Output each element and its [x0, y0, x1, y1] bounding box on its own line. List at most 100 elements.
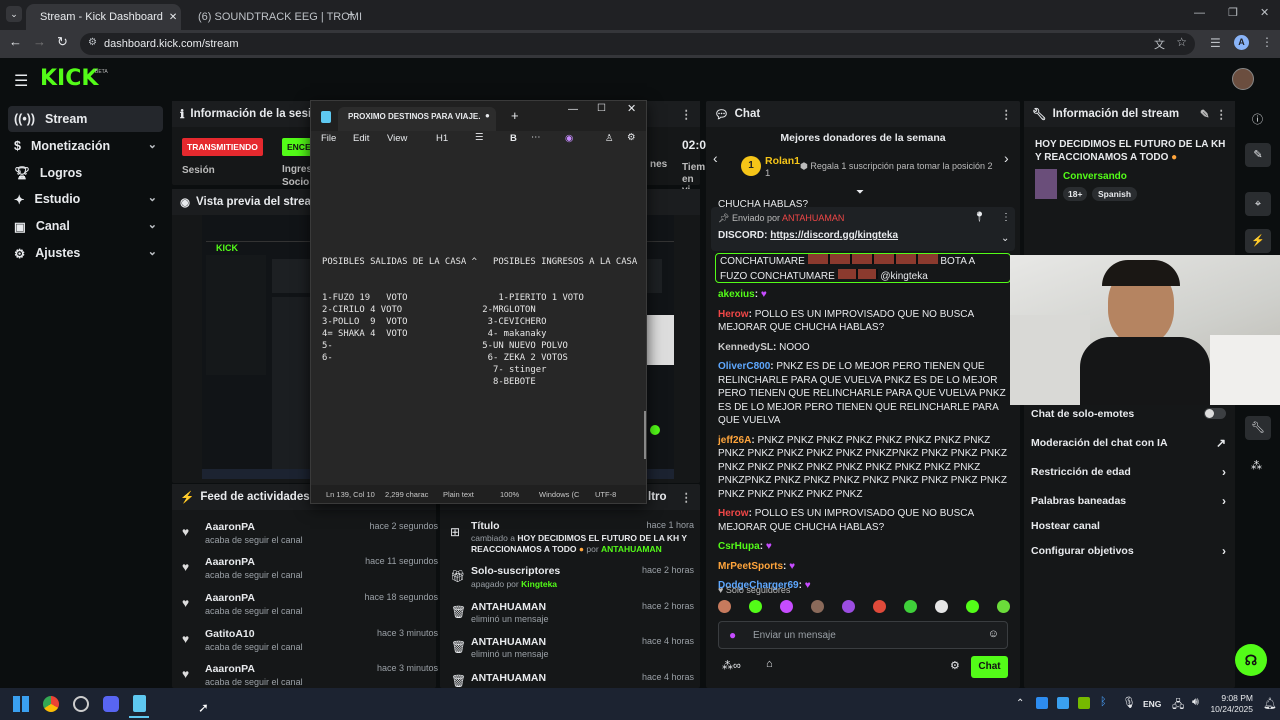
new-tab-button[interactable]: +: [511, 108, 519, 123]
tab-kick-dashboard[interactable]: Stream - Kick Dashboard ✕: [26, 4, 181, 30]
chat-user[interactable]: jeff26A: [718, 435, 751, 446]
hamburger-menu-icon[interactable]: ☰: [14, 71, 28, 91]
user-avatar[interactable]: [1232, 68, 1254, 90]
mod-item-user[interactable]: ANTAHUAMAN: [601, 544, 662, 554]
copilot-icon[interactable]: ◉: [565, 133, 573, 144]
new-tab-button[interactable]: +: [347, 6, 355, 22]
setting-goals[interactable]: Configurar objetivos ›: [1031, 544, 1226, 558]
emote-icon[interactable]: [749, 600, 762, 613]
chat-user[interactable]: OliverC800: [718, 361, 770, 372]
more-options-icon[interactable]: ⋮: [1001, 212, 1011, 223]
setting-emote-only[interactable]: Chat de solo-emotes: [1031, 408, 1226, 420]
forward-icon[interactable]: →: [33, 34, 46, 49]
edit-icon[interactable]: ✎: [1200, 107, 1210, 121]
sidebar-item-ajustes[interactable]: ⚙ Ajustes ⌄: [8, 240, 163, 266]
notepad-taskbar-icon[interactable]: [133, 695, 146, 712]
next-donor-icon[interactable]: ›: [1004, 150, 1009, 166]
browser-menu-icon[interactable]: ⋮: [1261, 35, 1273, 49]
discord-icon[interactable]: [103, 696, 119, 712]
url-field[interactable]: ⚙ dashboard.kick.com/stream 文 ☆: [80, 33, 1195, 55]
chrome-icon[interactable]: [43, 696, 59, 712]
setting-banned-words[interactable]: Palabras baneadas ›: [1031, 494, 1226, 508]
setting-ai-moderation[interactable]: Moderación del chat con IA ↗: [1031, 436, 1226, 450]
sidebar-item-stream[interactable]: ((•)) Stream: [8, 106, 163, 132]
kick-logo[interactable]: KICK: [40, 66, 98, 91]
reading-list-icon[interactable]: ☰: [1210, 36, 1221, 50]
more-options-icon[interactable]: ⋮: [1216, 107, 1228, 121]
nvidia-icon[interactable]: [1078, 697, 1090, 709]
mod-item-name[interactable]: ANTAHUAMAN: [471, 636, 546, 648]
pinned-sender[interactable]: ANTAHUAMAN: [782, 213, 844, 223]
unpin-icon[interactable]: 📍︎: [973, 212, 986, 223]
notepad-content[interactable]: POSIBLES SALIDAS DE LA CASA ^ POSIBLES I…: [322, 256, 637, 388]
close-tab-icon[interactable]: ✕: [169, 12, 177, 23]
windows-start-icon[interactable]: [13, 696, 29, 712]
scrollbar[interactable]: [644, 411, 646, 459]
sidebar-item-logros[interactable]: 🏆︎ Logros: [8, 160, 163, 186]
feed-user[interactable]: AaaronPA: [205, 663, 255, 675]
emote-icon[interactable]: [997, 600, 1010, 613]
volume-icon[interactable]: 🔊︎: [1192, 696, 1199, 709]
profile-avatar[interactable]: A: [1234, 35, 1249, 50]
chat-input[interactable]: ● Enviar un mensaje ☺: [718, 621, 1008, 649]
send-chat-button[interactable]: Chat: [971, 656, 1008, 678]
more-options-icon[interactable]: ⋯: [531, 132, 541, 143]
more-options-icon[interactable]: ⋮: [681, 490, 693, 504]
lightning-icon[interactable]: ⚡: [1245, 229, 1271, 253]
category-thumbnail[interactable]: [1035, 169, 1057, 199]
emote-icon[interactable]: [780, 600, 793, 613]
translate-icon[interactable]: 文: [1154, 36, 1165, 52]
feed-user[interactable]: AaaronPA: [205, 556, 255, 568]
tray-app-icon[interactable]: [1057, 697, 1069, 709]
setting-host-channel[interactable]: Hostear canal: [1031, 520, 1226, 532]
status-zoom[interactable]: 100%: [500, 490, 519, 499]
bluetooth-icon[interactable]: ᛒ: [1100, 696, 1107, 708]
emoji-icon[interactable]: ☺: [988, 628, 999, 640]
emote-icon[interactable]: [873, 600, 886, 613]
chat-tools-icon[interactable]: ⁂∞: [722, 659, 741, 672]
edit-pencil-icon[interactable]: ✎: [1245, 143, 1271, 167]
emote-icon[interactable]: [842, 600, 855, 613]
account-icon[interactable]: ♙: [605, 133, 614, 144]
collapse-icon[interactable]: ⏷: [856, 187, 864, 198]
close-window-button[interactable]: ✕: [1260, 6, 1269, 19]
chat-user[interactable]: KennedySL: [718, 342, 773, 353]
wrench-icon[interactable]: 🔧︎: [1245, 416, 1271, 440]
apps-icon[interactable]: ⁂: [1251, 459, 1262, 472]
bold-button[interactable]: B: [510, 133, 517, 144]
chat-user[interactable]: Herow: [718, 508, 749, 519]
tray-chevron-icon[interactable]: ⌃: [1016, 698, 1024, 709]
feed-user[interactable]: AaaronPA: [205, 521, 255, 533]
maximize-button[interactable]: ❐: [1228, 6, 1238, 19]
obs-icon[interactable]: [73, 696, 89, 712]
emote-icon[interactable]: [904, 600, 917, 613]
donor-name[interactable]: Rolan1: [765, 155, 800, 167]
mod-item-user[interactable]: Kingteka: [521, 579, 557, 589]
emote-picker-icon[interactable]: ●: [729, 628, 736, 642]
emote-only-toggle[interactable]: [1204, 408, 1226, 419]
minimize-button[interactable]: —: [1194, 7, 1205, 19]
reload-icon[interactable]: ↻: [57, 34, 68, 50]
maximize-button[interactable]: ☐: [597, 103, 606, 114]
tray-app-icon[interactable]: [1036, 697, 1048, 709]
microphone-icon[interactable]: 🎙︎: [1122, 696, 1136, 709]
chat-user[interactable]: CsrHupa: [718, 541, 760, 552]
emote-icon[interactable]: [935, 600, 948, 613]
bookmark-star-icon[interactable]: ☆: [1176, 35, 1187, 49]
back-icon[interactable]: ←: [9, 34, 22, 49]
pinned-link[interactable]: https://discord.gg/kingteka: [770, 230, 898, 241]
chat-user[interactable]: MrPeetSports: [718, 561, 783, 572]
sidebar-item-estudio[interactable]: ✦ Estudio ⌄: [8, 186, 163, 212]
tab-soundtrack[interactable]: (6) SOUNDTRACK EEG | TROMI ✕: [184, 4, 362, 30]
language-indicator[interactable]: ENG: [1143, 699, 1161, 709]
minimize-button[interactable]: —: [568, 104, 578, 115]
feed-user[interactable]: AaaronPA: [205, 592, 255, 604]
mod-item-name[interactable]: ANTAHUAMAN: [471, 672, 546, 684]
prev-donor-icon[interactable]: ‹: [713, 150, 718, 166]
support-headset-icon[interactable]: ☊: [1235, 644, 1267, 676]
unsaved-dot-icon[interactable]: ●: [485, 111, 490, 120]
heading-button[interactable]: H1: [436, 133, 448, 144]
mod-item-name[interactable]: ANTAHUAMAN: [471, 601, 546, 613]
chevron-down-icon[interactable]: ⌄: [1001, 233, 1009, 244]
clock[interactable]: 9:08 PM 10/24/2025: [1209, 693, 1253, 715]
